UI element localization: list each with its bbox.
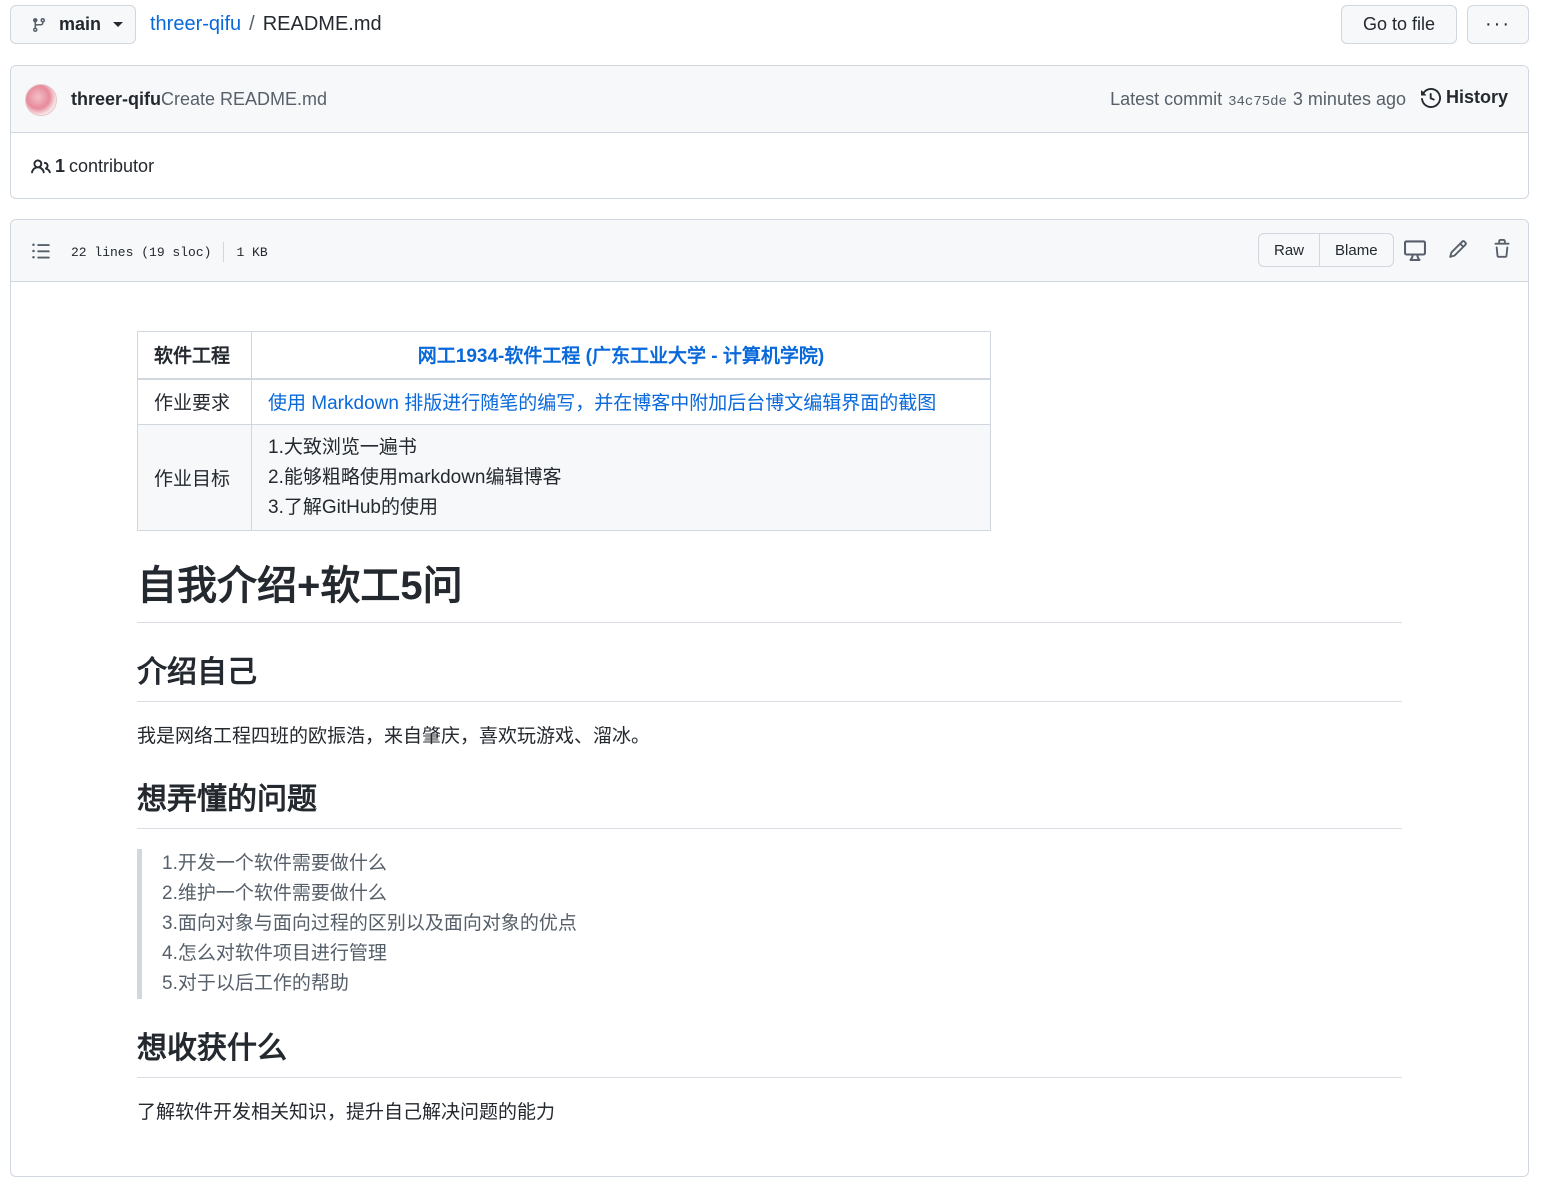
history-label: History <box>1445 87 1508 107</box>
table-header-row: 软件工程 网工1934-软件工程 (广东工业大学 - 计算机学院) <box>137 331 991 380</box>
readme-content: 软件工程 网工1934-软件工程 (广东工业大学 - 计算机学院) 作业要求 使… <box>137 331 1402 1128</box>
list-item: 4.怎么对软件项目进行管理 <box>162 943 387 964</box>
toc-list-icon[interactable] <box>31 241 51 261</box>
breadcrumb-separator: / <box>249 13 255 35</box>
contributors-count: 1 <box>55 156 66 176</box>
list-item: 1.开发一个软件需要做什么 <box>162 853 387 874</box>
contributors[interactable]: 1 contributor <box>31 156 154 177</box>
table-row: 作业目标 1.大致浏览一遍书 2.能够粗略使用markdown编辑博客 3.了解… <box>137 424 991 531</box>
questions-heading: 想弄懂的问题 <box>137 778 1402 829</box>
readme-title: 自我介绍+软工5问 <box>137 558 1402 623</box>
file-info: 22 lines (19 sloc) 1 KB <box>71 242 268 262</box>
table-cell: 作业要求 <box>137 378 252 425</box>
breadcrumb: threer-qifu / README.md <box>150 13 382 36</box>
table-row: 作业要求 使用 Markdown 排版进行随笔的编写，并在博客中附加后台博文编辑… <box>137 378 991 425</box>
file-size: 1 KB <box>236 244 268 260</box>
commit-header: threer-qifu Create README.md Latest comm… <box>11 66 1528 133</box>
assignment-table: 软件工程 网工1934-软件工程 (广东工业大学 - 计算机学院) 作业要求 使… <box>137 331 991 531</box>
file-name: README.md <box>262 13 382 35</box>
intro-text: 我是网络工程四班的欧振浩，来自肇庆，喜欢玩游戏、溜冰。 <box>137 726 651 747</box>
contributors-label: contributor <box>69 156 155 176</box>
file-actions: Raw Blame <box>1258 233 1394 267</box>
blame-button[interactable]: Blame <box>1319 234 1393 266</box>
gain-heading: 想收获什么 <box>137 1027 1402 1078</box>
go-to-file-button[interactable]: Go to file <box>1341 5 1457 44</box>
commit-message[interactable]: Create README.md <box>161 89 327 110</box>
list-item: 5.对于以后工作的帮助 <box>162 973 349 994</box>
gain-text: 了解软件开发相关知识，提升自己解决问题的能力 <box>137 1102 556 1123</box>
history-icon <box>1420 87 1441 108</box>
branch-selector-button[interactable]: main <box>10 5 136 44</box>
course-link[interactable]: 网工1934-软件工程 (广东工业大学 - 计算机学院) <box>418 346 824 367</box>
history-button[interactable]: History <box>1420 87 1508 108</box>
list-item: 3.面向对象与面向过程的区别以及面向对象的优点 <box>162 913 577 934</box>
commit-sha[interactable]: 34c75de <box>1228 94 1287 110</box>
file-header: 22 lines (19 sloc) 1 KB Raw Blame <box>11 220 1528 282</box>
latest-commit-label: Latest commit <box>1110 89 1223 109</box>
file-nav-bar: main threer-qifu / README.md Go to file … <box>0 0 1547 52</box>
commit-box: threer-qifu Create README.md Latest comm… <box>10 65 1529 199</box>
repo-link[interactable]: threer-qifu <box>150 13 241 36</box>
branch-name: main <box>59 14 102 34</box>
list-item: 2.维护一个软件需要做什么 <box>162 883 387 904</box>
goal-item: 2.能够粗略使用markdown编辑博客 <box>268 466 562 488</box>
table-cell: 1.大致浏览一遍书 2.能够粗略使用markdown编辑博客 3.了解GitHu… <box>251 424 991 531</box>
table-cell: 使用 Markdown 排版进行随笔的编写，并在博客中附加后台博文编辑界面的截图 <box>251 378 991 425</box>
commit-time: 3 minutes ago <box>1292 89 1406 109</box>
chevron-down-icon <box>113 22 124 27</box>
desktop-icon[interactable] <box>1404 239 1426 261</box>
more-options-button[interactable]: ··· <box>1467 5 1529 44</box>
commit-author[interactable]: threer-qifu <box>71 89 161 110</box>
table-cell: 作业目标 <box>137 424 252 531</box>
trash-icon[interactable] <box>1492 239 1512 259</box>
raw-button[interactable]: Raw <box>1259 234 1319 266</box>
avatar[interactable] <box>25 84 57 116</box>
latest-commit-info: Latest commit 34c75de 3 minutes ago <box>1110 89 1406 110</box>
line-count: 22 lines (19 sloc) <box>71 244 212 260</box>
assignment-link[interactable]: 使用 Markdown 排版进行随笔的编写，并在博客中附加后台博文编辑界面的截图 <box>268 393 936 414</box>
questions-quote: 1.开发一个软件需要做什么 2.维护一个软件需要做什么 3.面向对象与面向过程的… <box>137 849 1402 999</box>
table-header-cell: 网工1934-软件工程 (广东工业大学 - 计算机学院) <box>251 331 991 380</box>
branch-icon <box>32 17 45 32</box>
people-icon <box>31 158 51 173</box>
divider <box>223 242 225 262</box>
file-viewer: 22 lines (19 sloc) 1 KB Raw Blame 软件工程 网… <box>10 219 1529 1177</box>
goal-item: 1.大致浏览一遍书 <box>268 436 417 458</box>
goal-item: 3.了解GitHub的使用 <box>268 496 438 518</box>
table-header-cell: 软件工程 <box>137 331 252 380</box>
intro-heading: 介绍自己 <box>137 651 1402 702</box>
pencil-icon[interactable] <box>1448 239 1468 259</box>
